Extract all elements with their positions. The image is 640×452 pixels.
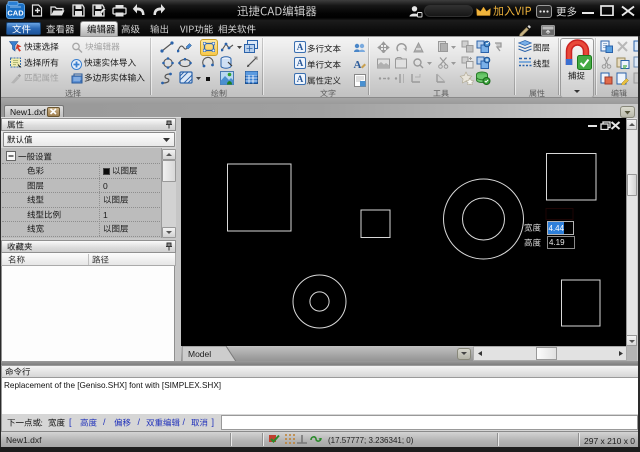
svg-text:A: A [297,42,304,52]
svg-text:A: A [297,58,304,68]
svg-text:A: A [354,59,362,70]
svg-text:CAD: CAD [7,9,24,18]
svg-text:A: A [297,74,304,84]
